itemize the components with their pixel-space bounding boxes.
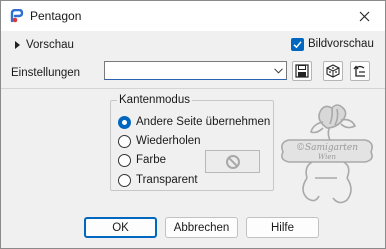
title-bar: Pentagon xyxy=(1,1,385,31)
watermark-line1: ©Samigarten xyxy=(296,143,358,153)
help-button[interactable]: Hilfe xyxy=(246,217,319,238)
save-preset-button[interactable] xyxy=(292,61,312,81)
radio-unselected-icon xyxy=(118,134,131,148)
randomize-button[interactable] xyxy=(323,61,343,81)
reset-icon xyxy=(353,65,365,77)
preset-combobox[interactable] xyxy=(104,61,287,80)
settings-label: Einstellungen xyxy=(11,67,81,79)
cancel-label: Abbrechen xyxy=(173,221,230,234)
app-icon xyxy=(10,9,24,23)
help-label: Hilfe xyxy=(270,221,294,234)
dialog-body: Vorschau Bildvorschau Einstellungen Kant… xyxy=(1,31,385,248)
separator xyxy=(1,88,385,89)
bildvorschau-label: Bildvorschau xyxy=(308,38,374,50)
ok-button[interactable]: OK xyxy=(84,217,157,238)
radio-transparent[interactable]: Transparent xyxy=(118,172,198,188)
radio-andere-seite[interactable]: Andere Seite übernehmen xyxy=(118,114,270,130)
checkbox-checked-icon xyxy=(291,37,304,51)
watermark-line2: Wien xyxy=(318,153,336,161)
radio-unselected-icon xyxy=(118,153,131,167)
radio-wiederholen[interactable]: Wiederholen xyxy=(118,133,201,149)
watermark-logo: ©Samigarten Wien xyxy=(281,104,373,204)
preview-label: Vorschau xyxy=(26,39,74,51)
dialog-window: Pentagon Vorschau Bildvorschau Einstellu… xyxy=(0,0,386,249)
window-title: Pentagon xyxy=(30,9,82,23)
radio-label: Andere Seite übernehmen xyxy=(136,116,271,128)
cancel-button[interactable]: Abbrechen xyxy=(165,217,238,238)
reset-button[interactable] xyxy=(350,61,370,81)
bildvorschau-checkbox[interactable]: Bildvorschau xyxy=(291,36,374,52)
ok-label: OK xyxy=(112,221,129,234)
close-button[interactable] xyxy=(349,4,379,28)
save-icon xyxy=(295,64,309,78)
radio-label: Transparent xyxy=(136,174,198,186)
close-icon xyxy=(359,11,369,21)
randomize-icon xyxy=(326,64,340,78)
kantenmodus-title: Kantenmodus xyxy=(117,94,192,106)
color-swatch[interactable] xyxy=(205,150,260,173)
radio-label: Farbe xyxy=(136,154,167,166)
expand-triangle-icon xyxy=(15,41,20,49)
preview-expander[interactable]: Vorschau xyxy=(15,38,74,52)
no-symbol-icon xyxy=(225,154,240,169)
chevron-down-icon[interactable] xyxy=(271,62,286,79)
radio-label: Wiederholen xyxy=(136,135,201,147)
radio-selected-icon xyxy=(118,115,131,129)
radio-unselected-icon xyxy=(118,173,131,187)
radio-farbe[interactable]: Farbe xyxy=(118,152,166,168)
